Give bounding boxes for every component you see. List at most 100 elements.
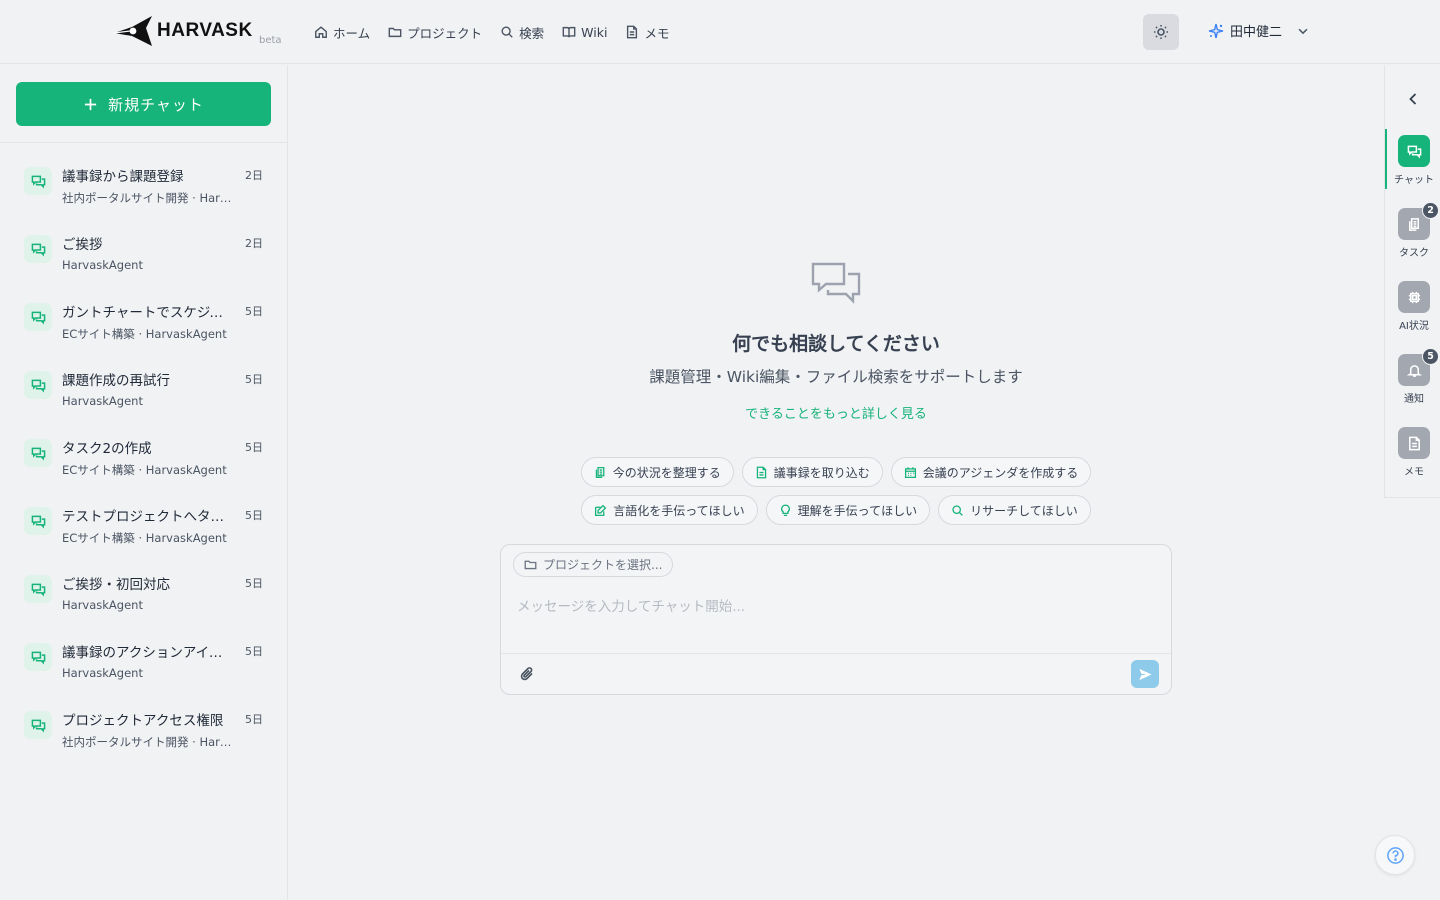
chat-bubbles-icon — [24, 235, 52, 263]
chat-subtitle: HarvaskAgent — [62, 258, 143, 272]
message-composer: プロジェクトを選択... — [500, 544, 1172, 695]
chat-date: 2日 — [245, 237, 263, 250]
chat-list-item[interactable]: ご挨拶 HarvaskAgent 2日 — [0, 221, 287, 289]
new-chat-button[interactable]: 新規チャット — [16, 82, 271, 126]
bell-icon — [1406, 364, 1422, 377]
chat-bubbles-icon — [24, 371, 52, 399]
chat-main-area: 何でも相談してください 課題管理・Wiki編集・ファイル検索をサポートします で… — [288, 65, 1384, 900]
collapse-panel-button[interactable] — [1405, 91, 1421, 107]
chat-bubbles-icon — [810, 260, 862, 308]
chat-subtitle: HarvaskAgent — [62, 666, 143, 680]
rail-item-ai-status[interactable]: AI状況 — [1385, 275, 1440, 335]
beta-label: beta — [259, 35, 282, 46]
send-button[interactable] — [1131, 660, 1159, 688]
clipboard-icon — [1408, 217, 1419, 231]
suggestion-chip[interactable]: 言語化を手伝ってほしい — [581, 495, 758, 525]
chat-title: ご挨拶・初回対応 — [62, 577, 170, 593]
chat-bubbles-icon — [24, 439, 52, 467]
chat-subtitle: HarvaskAgent — [62, 394, 143, 408]
chat-list-item[interactable]: 議事録のアクションアイテム HarvaskAgent 5日 — [0, 629, 287, 697]
user-menu[interactable]: 田中健二 — [1208, 21, 1310, 40]
rail-chat-button[interactable] — [1398, 135, 1430, 167]
suggestion-label: 言語化を手伝ってほしい — [613, 503, 745, 518]
nav-projects[interactable]: プロジェクト — [388, 22, 482, 42]
chat-icon — [1407, 145, 1421, 158]
rail-label: チャット — [1394, 175, 1434, 186]
learn-more-link[interactable]: できることをもっと詳しく見る — [288, 403, 1384, 422]
folder-icon — [388, 27, 402, 38]
user-name: 田中健二 — [1230, 25, 1283, 40]
chat-bubbles-icon — [24, 711, 52, 739]
empty-state-subtitle: 課題管理・Wiki編集・ファイル検索をサポートします — [649, 368, 1023, 386]
send-icon — [1138, 668, 1152, 680]
nav-search[interactable]: 検索 — [500, 22, 544, 42]
top-header: HARVASK beta ホーム プロジェクト 検索 Wiki メモ 田中健二 — [0, 0, 1440, 64]
chat-bubbles-icon — [24, 167, 52, 195]
suggestion-chip[interactable]: 議事録を取り込む — [741, 457, 883, 487]
nav-home-label: ホーム — [333, 25, 371, 41]
suggestion-label: リサーチしてほしい — [970, 503, 1078, 518]
nav-search-label: 検索 — [519, 25, 545, 41]
chat-list-item[interactable]: テストプロジェクトへタスク ECサイト構築 · HarvaskAgent 5日 — [0, 493, 287, 561]
suggestion-chip[interactable]: 今の状況を整理する — [580, 457, 734, 487]
rail-memo-button[interactable] — [1398, 427, 1430, 459]
chat-list-item[interactable]: 議事録から課題登録 社内ポータルサイト開発 · HarvaskAgent 2日 — [0, 153, 287, 221]
main-nav: ホーム プロジェクト 検索 Wiki メモ — [314, 22, 669, 42]
chat-list-item[interactable]: 課題作成の再試行 HarvaskAgent 5日 — [0, 357, 287, 425]
chat-list-item[interactable]: プロジェクトアクセス権限 社内ポータルサイト開発 · HarvaskAgent … — [0, 697, 287, 765]
chat-title: ご挨拶 — [62, 237, 103, 253]
chat-subtitle: ECサイト構築 · HarvaskAgent — [62, 327, 227, 341]
chat-list-item[interactable]: タスク2の作成 ECサイト構築 · HarvaskAgent 5日 — [0, 425, 287, 493]
suggestion-label: 会議のアジェンダを作成する — [922, 465, 1079, 480]
message-input[interactable] — [517, 593, 1157, 621]
chat-title: ガントチャートでスケジュール — [62, 305, 232, 321]
nav-projects-label: プロジェクト — [407, 25, 483, 41]
chip-icon — [1408, 291, 1420, 303]
rail-item-notifications[interactable]: 5 通知 — [1385, 348, 1440, 408]
nav-wiki[interactable]: Wiki — [562, 22, 607, 42]
chat-title: プロジェクトアクセス権限 — [62, 713, 224, 729]
help-button[interactable] — [1375, 835, 1415, 875]
chat-date: 5日 — [245, 305, 263, 318]
chat-list-item[interactable]: ご挨拶・初回対応 HarvaskAgent 5日 — [0, 561, 287, 629]
help-icon — [1386, 846, 1404, 864]
notification-count-badge: 5 — [1422, 348, 1439, 365]
harvask-logo-mark — [113, 16, 152, 46]
theme-toggle-button[interactable] — [1143, 14, 1179, 50]
edit-icon — [595, 504, 607, 516]
copy-icon — [595, 466, 605, 478]
chat-subtitle: HarvaskAgent — [62, 598, 143, 612]
suggestion-chip[interactable]: リサーチしてほしい — [938, 495, 1091, 525]
chat-subtitle: 社内ポータルサイト開発 · HarvaskAgent — [62, 191, 234, 205]
plus-icon — [84, 98, 97, 110]
chat-date: 5日 — [245, 645, 263, 658]
nav-home[interactable]: ホーム — [314, 22, 370, 42]
suggestion-chip[interactable]: 会議のアジェンダを作成する — [890, 457, 1092, 487]
chat-list-item[interactable]: ガントチャートでスケジュール ECサイト構築 · HarvaskAgent 5日 — [0, 289, 287, 357]
nav-memo[interactable]: メモ — [625, 22, 669, 42]
search-icon — [501, 26, 513, 38]
rail-item-memo[interactable]: メモ — [1385, 421, 1440, 481]
suggestion-label: 議事録を取り込む — [773, 465, 870, 480]
rail-item-chat[interactable]: チャット — [1385, 129, 1440, 189]
chevron-down-icon — [1298, 28, 1308, 34]
chat-subtitle: ECサイト構築 · HarvaskAgent — [62, 463, 227, 477]
chat-title: タスク2の作成 — [62, 441, 152, 457]
chat-bubbles-icon — [24, 507, 52, 535]
chat-list: 議事録から課題登録 社内ポータルサイト開発 · HarvaskAgent 2日 … — [0, 153, 287, 765]
sun-icon — [1154, 25, 1168, 39]
document-icon — [756, 466, 766, 478]
sidebar-divider — [0, 142, 287, 143]
chat-date: 5日 — [245, 373, 263, 386]
attach-button[interactable] — [519, 666, 535, 682]
logo[interactable]: HARVASK beta — [112, 14, 282, 48]
rail-item-tasks[interactable]: 2 タスク — [1385, 202, 1440, 262]
chat-title: テストプロジェクトへタスク — [62, 509, 232, 525]
rail-ai-status-button[interactable] — [1398, 281, 1430, 313]
right-tool-rail: チャット 2 タスク AI状況 5 通知 メモ — [1384, 65, 1440, 498]
empty-state-title: 何でも相談してください — [732, 333, 940, 355]
lightbulb-icon — [780, 504, 790, 516]
folder-icon — [524, 560, 537, 570]
project-select[interactable]: プロジェクトを選択... — [513, 552, 674, 577]
suggestion-chip[interactable]: 理解を手伝ってほしい — [765, 495, 931, 525]
